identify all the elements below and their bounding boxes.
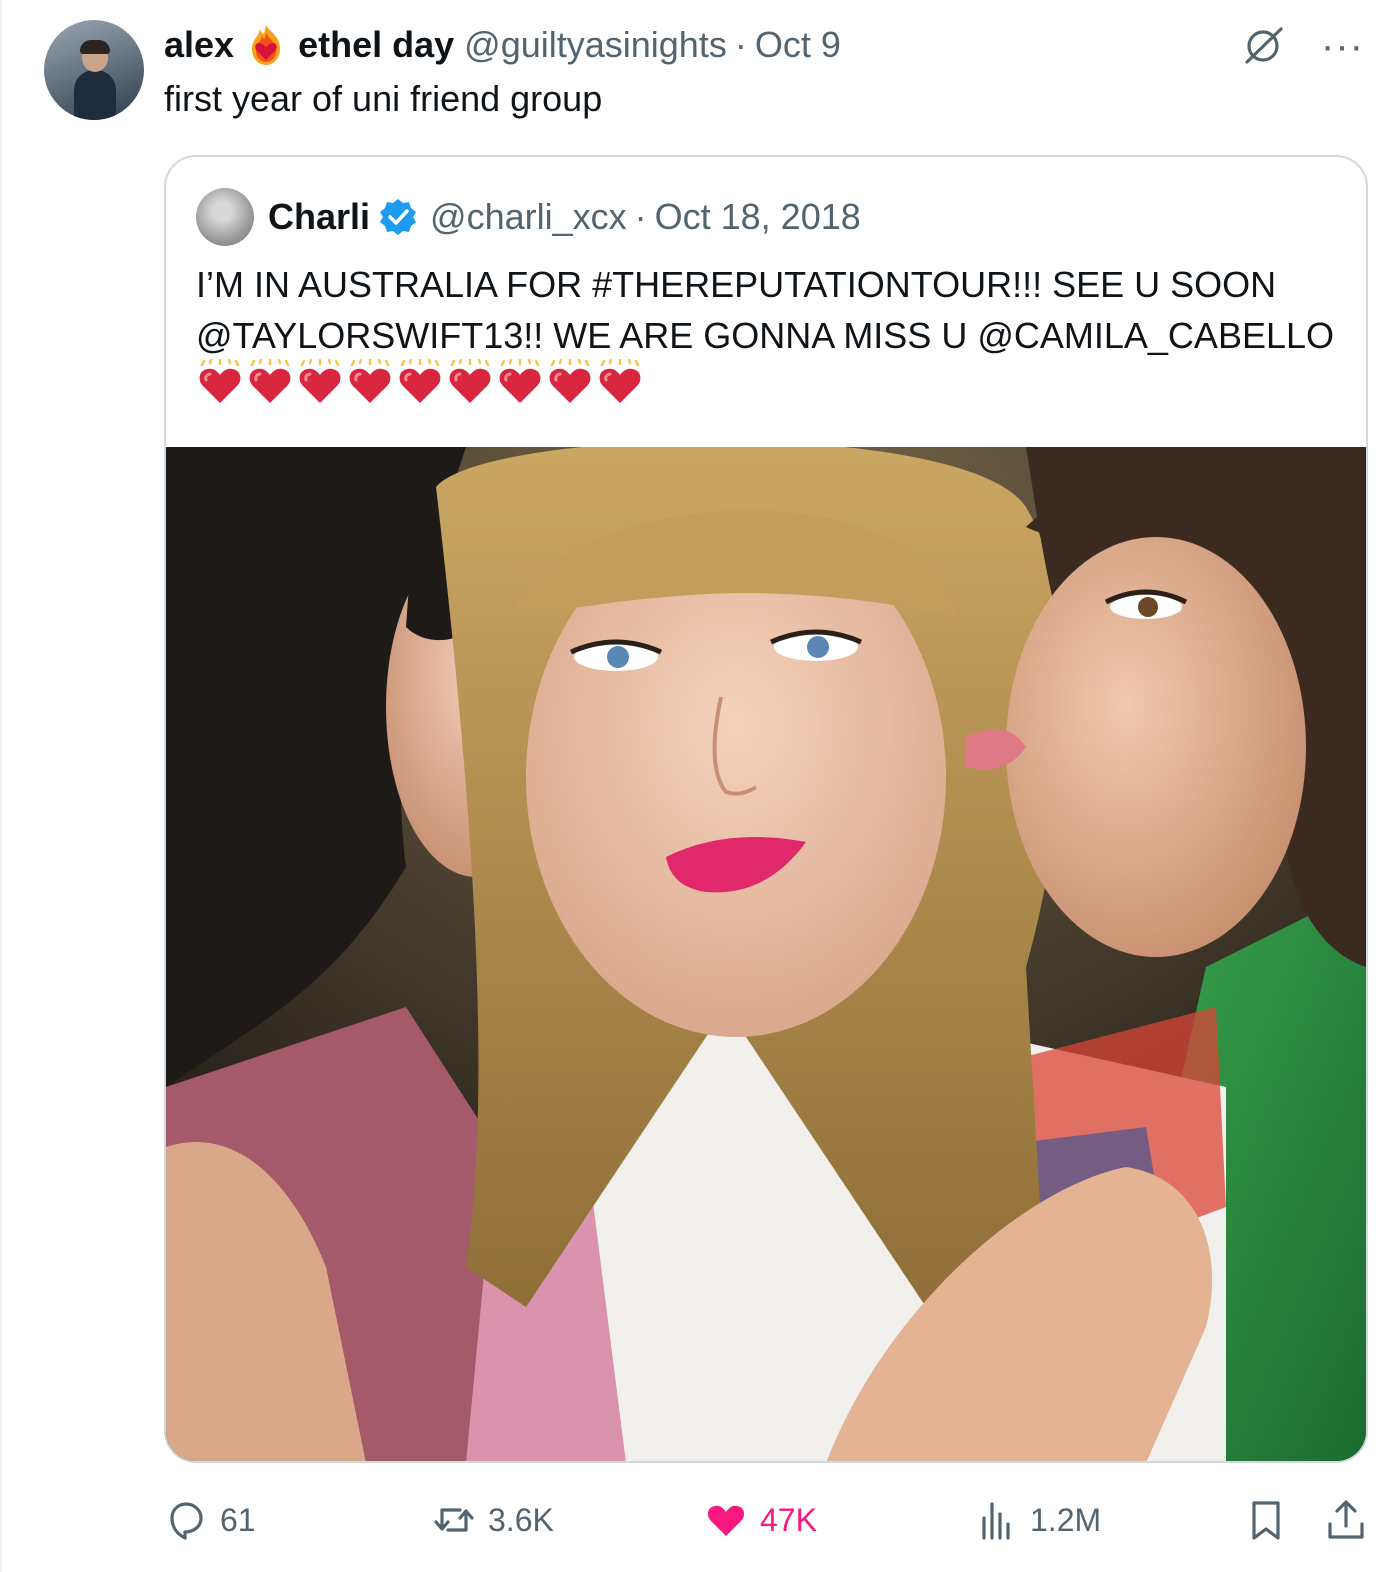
heart-on-fire-icon	[252, 25, 281, 65]
sparkling-heart-icon	[299, 359, 341, 403]
like-count: 47K	[760, 1501, 817, 1538]
timeline-divider	[0, 0, 2, 1572]
quoted-author-name: Charli	[268, 196, 371, 237]
bookmark-button[interactable]	[1244, 1490, 1300, 1550]
quoted-author-handle: @charli_xcx	[430, 196, 627, 237]
sparkling-heart-icon	[199, 359, 241, 403]
sparkling-heart-icon	[449, 359, 491, 403]
separator-dot: ·	[734, 24, 747, 65]
grok-icon[interactable]	[1241, 24, 1285, 68]
views-count: 1.2M	[1030, 1501, 1102, 1538]
tweet-text: first year of uni friend group	[164, 78, 603, 119]
like-button[interactable]: 47K	[704, 1490, 817, 1550]
sparkling-hearts-row	[196, 359, 646, 420]
share-icon	[1328, 1500, 1364, 1539]
repost-icon	[434, 1508, 474, 1532]
sparkling-heart-icon	[549, 359, 591, 403]
bookmark-icon	[1252, 1501, 1280, 1540]
author-display-name-2[interactable]: ethel day	[298, 24, 454, 66]
verified-badge-icon	[380, 199, 417, 235]
author-avatar[interactable]	[44, 20, 144, 120]
quoted-tweet-text: I’M IN AUSTRALIA FOR #THEREPUTATIONTOUR!…	[196, 264, 1335, 356]
separator-dot: ·	[634, 196, 647, 237]
share-button[interactable]	[1324, 1490, 1380, 1550]
sparkling-heart-icon	[249, 359, 291, 403]
tweet-date[interactable]: Oct 9	[755, 24, 841, 66]
tweet-photo[interactable]	[166, 447, 1366, 1461]
views-bar-chart-icon	[982, 1502, 1010, 1540]
sparkling-heart-icon	[599, 359, 641, 403]
reply-icon	[170, 1502, 203, 1540]
selfie-photo-illustration	[166, 447, 1366, 1461]
author-handle[interactable]: @guiltyasinights	[464, 24, 727, 66]
repost-button[interactable]: 3.6K	[432, 1490, 554, 1550]
quoted-tweet-card[interactable]: Charli @charli_xcx · Oct 18, 2018 I’M IN…	[164, 155, 1368, 1463]
tweet-header: alex ethel day @guiltyasinights · Oct 9	[164, 22, 841, 68]
sparkling-heart-icon	[499, 359, 541, 403]
tweet-action-bar: 61 3.6K 47K 1.2M	[164, 1490, 1368, 1550]
tweet-top-actions: ···	[1241, 24, 1364, 68]
heart-filled-icon	[707, 1505, 745, 1536]
quoted-tweet-header: Charli @charli_xcx · Oct 18, 2018	[196, 187, 861, 247]
author-display-name[interactable]: alex	[164, 24, 234, 66]
more-options-icon[interactable]: ···	[1321, 24, 1364, 68]
quoted-tweet-date: Oct 18, 2018	[654, 196, 861, 237]
sparkling-heart-icon	[399, 359, 441, 403]
reply-button[interactable]: 61	[164, 1490, 256, 1550]
sparkling-heart-icon	[349, 359, 391, 403]
quoted-author-avatar	[196, 188, 254, 246]
views-button[interactable]: 1.2M	[974, 1490, 1101, 1550]
reply-count: 61	[220, 1501, 256, 1538]
repost-count: 3.6K	[488, 1501, 554, 1538]
